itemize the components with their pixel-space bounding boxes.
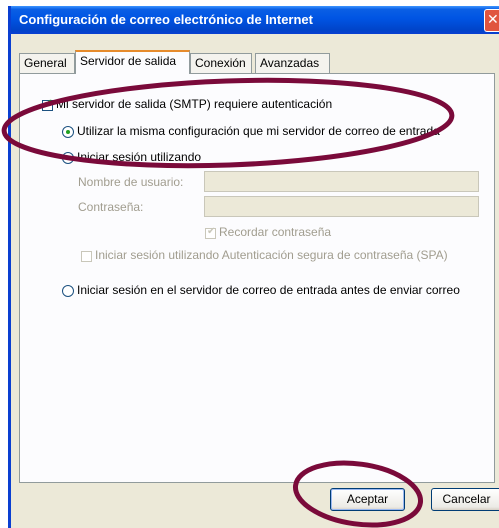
login-using-radio[interactable] [62, 152, 74, 164]
password-field[interactable] [204, 196, 479, 217]
title-bar[interactable]: Configuración de correo electrónico de I… [11, 6, 499, 34]
remember-password-label[interactable]: Recordar contraseña [219, 225, 331, 239]
same-settings-label[interactable]: Utilizar la misma configuración que mi s… [77, 124, 440, 138]
remember-password-checkbox[interactable]: ✔ [205, 226, 216, 239]
same-settings-radio[interactable] [62, 126, 74, 138]
username-field[interactable] [204, 171, 479, 192]
login-before-send-radio[interactable] [62, 285, 74, 297]
tab-connection[interactable]: Conexión [190, 53, 252, 73]
password-label: Contraseña: [78, 200, 144, 214]
checkmark-icon: ✔ [207, 226, 216, 237]
spa-label[interactable]: Iniciar sesión utilizando Autenticación … [95, 248, 448, 262]
username-label: Nombre de usuario: [78, 175, 184, 189]
cancel-button[interactable]: Cancelar [431, 488, 499, 511]
dialog-window: Configuración de correo electrónico de I… [8, 6, 499, 528]
login-before-send-label[interactable]: Iniciar sesión en el servidor de correo … [77, 283, 460, 297]
radio-selected-dot [66, 130, 70, 134]
tab-outgoing-server[interactable]: Servidor de salida [75, 50, 190, 74]
smtp-auth-label[interactable]: Mi servidor de salida (SMTP) requiere au… [56, 97, 332, 111]
window-title: Configuración de correo electrónico de I… [19, 12, 313, 27]
spa-checkbox[interactable] [81, 251, 92, 262]
close-icon: ✕ [487, 12, 499, 28]
checkmark-icon: ✔ [44, 98, 53, 109]
tab-general[interactable]: General [19, 53, 75, 73]
tab-panel: ✔ Mi servidor de salida (SMTP) requiere … [19, 73, 495, 483]
close-button[interactable]: ✕ [484, 9, 499, 32]
tab-advanced[interactable]: Avanzadas [255, 53, 330, 73]
login-using-label[interactable]: Iniciar sesión utilizando [77, 150, 201, 164]
accept-button[interactable]: Aceptar [330, 488, 405, 511]
smtp-auth-checkbox[interactable]: ✔ [42, 98, 53, 111]
